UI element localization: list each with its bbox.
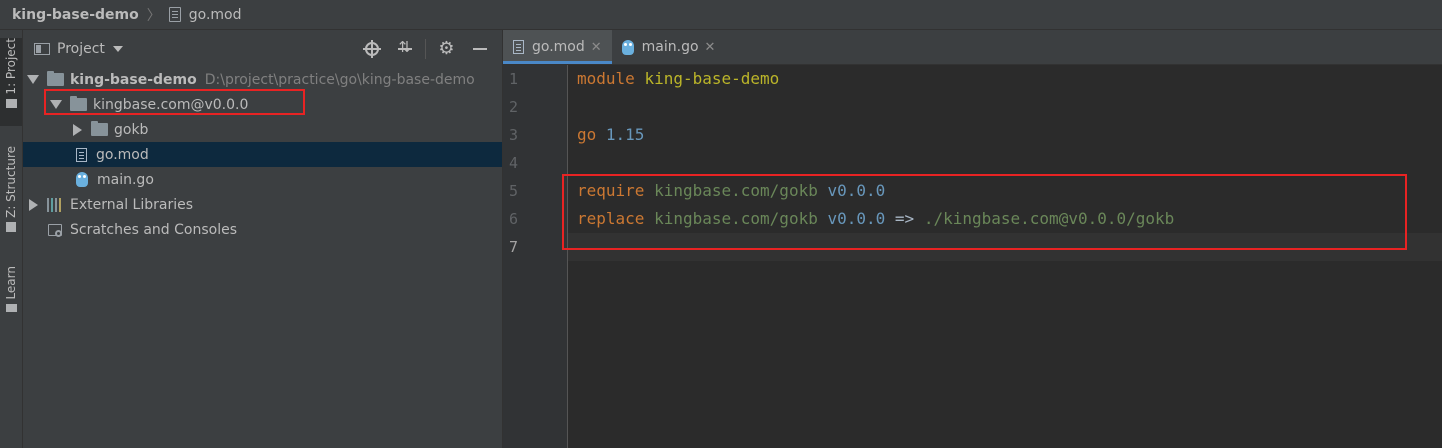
require-path: kingbase.com/gokb xyxy=(654,181,818,200)
toolbar-divider xyxy=(425,38,426,59)
module-name: king-base-demo xyxy=(644,69,780,88)
require-version: v0.0.0 xyxy=(827,181,886,200)
code-line-4[interactable] xyxy=(568,149,1442,177)
replace-target: ./kingbase.com@v0.0.0/gokb xyxy=(923,209,1175,228)
tab-learn-tool[interactable]: Learn xyxy=(0,266,22,326)
editor: go.mod ✕ main.go ✕ 1 2 3 4 5 6 7 module … xyxy=(503,30,1442,448)
keyword-module: module xyxy=(577,69,635,88)
tree-item-gomod[interactable]: go.mod xyxy=(23,142,502,167)
code-line-1[interactable]: module king-base-demo xyxy=(568,65,1442,93)
scratches-label: Scratches and Consoles xyxy=(70,221,237,238)
gomod-file-icon xyxy=(513,40,524,54)
tree-item-maingo[interactable]: main.go xyxy=(23,167,502,192)
settings-button[interactable]: ⚙ xyxy=(430,37,463,61)
line-number: 4 xyxy=(509,154,519,172)
tab-project-tool[interactable]: 1: Project xyxy=(0,38,22,126)
gomod-file-icon xyxy=(76,147,87,162)
gokb-folder-name: gokb xyxy=(114,121,149,138)
library-icon xyxy=(47,197,64,212)
tool-window-strip: 1: Project Z: Structure Learn xyxy=(0,30,23,448)
code-line-7[interactable] xyxy=(568,233,1442,261)
project-panel: Project ⚙ king-base-demo D:\project\prac… xyxy=(23,30,503,448)
line-number: 6 xyxy=(509,210,519,228)
graduation-cap-icon xyxy=(5,303,17,312)
root-folder-path: D:\project\practice\go\king-base-demo xyxy=(204,71,475,88)
maingo-file-name: main.go xyxy=(97,171,154,188)
replace-version: v0.0.0 xyxy=(827,209,886,228)
folder-icon xyxy=(47,71,64,86)
gomod-file-icon xyxy=(168,7,181,22)
gomod-file-name: go.mod xyxy=(96,146,149,163)
collapse-all-icon xyxy=(397,38,412,57)
tab-gomod[interactable]: go.mod ✕ xyxy=(503,30,612,64)
project-panel-header: Project ⚙ xyxy=(23,30,502,67)
folder-icon xyxy=(91,121,108,136)
go-gopher-icon xyxy=(621,39,634,55)
go-version: 1.15 xyxy=(605,125,645,144)
gear-icon: ⚙ xyxy=(438,38,455,59)
module-folder-name: kingbase.com@v0.0.0 xyxy=(93,96,249,113)
expand-arrow-icon[interactable] xyxy=(27,74,39,86)
structure-tool-label: Z: Structure xyxy=(4,146,18,218)
project-tool-label: 1: Project xyxy=(4,38,18,95)
breadcrumb-separator-icon: 〉 xyxy=(146,7,161,24)
scratches-icon xyxy=(47,222,64,237)
crosshair-icon xyxy=(362,39,381,58)
root-folder-name: king-base-demo xyxy=(70,71,197,88)
tab-structure-tool[interactable]: Z: Structure xyxy=(0,146,22,242)
tab-maingo[interactable]: main.go ✕ xyxy=(612,30,726,64)
line-number: 3 xyxy=(509,126,519,144)
chevron-down-icon[interactable] xyxy=(112,45,123,52)
close-icon[interactable]: ✕ xyxy=(591,40,602,55)
code-area[interactable]: module king-base-demo go 1.15 require ki… xyxy=(568,65,1442,448)
project-panel-tools: ⚙ xyxy=(355,30,496,67)
expand-arrow-icon[interactable] xyxy=(50,99,62,111)
replace-path: kingbase.com/gokb xyxy=(654,209,818,228)
keyword-go: go xyxy=(577,125,597,144)
code-line-5[interactable]: require kingbase.com/gokb v0.0.0 xyxy=(568,177,1442,205)
collapse-arrow-icon[interactable] xyxy=(71,124,83,136)
tab-maingo-label: main.go xyxy=(641,39,699,55)
breadcrumb-project[interactable]: king-base-demo xyxy=(12,7,139,23)
collapse-arrow-icon[interactable] xyxy=(27,199,39,211)
tab-gomod-label: go.mod xyxy=(532,39,585,55)
code-line-6[interactable]: replace kingbase.com/gokb v0.0.0 => ./ki… xyxy=(568,205,1442,233)
external-libraries-label: External Libraries xyxy=(70,196,193,213)
project-view-icon xyxy=(34,42,50,55)
folder-icon xyxy=(5,98,17,108)
tree-item-module-folder[interactable]: kingbase.com@v0.0.0 xyxy=(23,92,502,117)
tree-item-external-libraries[interactable]: External Libraries xyxy=(23,192,502,217)
line-number-current: 7 xyxy=(509,238,519,256)
close-icon[interactable]: ✕ xyxy=(705,40,716,55)
tree-item-gokb-folder[interactable]: gokb xyxy=(23,117,502,142)
collapse-all-button[interactable] xyxy=(388,37,421,61)
tree-item-scratches[interactable]: Scratches and Consoles xyxy=(23,217,502,242)
folder-icon xyxy=(70,96,87,111)
locate-file-button[interactable] xyxy=(355,37,388,61)
breadcrumb-file[interactable]: go.mod xyxy=(189,7,242,23)
editor-tab-bar: go.mod ✕ main.go ✕ xyxy=(503,30,1442,65)
line-number-gutter: 1 2 3 4 5 6 7 xyxy=(503,65,568,448)
tree-item-root[interactable]: king-base-demo D:\project\practice\go\ki… xyxy=(23,67,502,92)
keyword-require: require xyxy=(577,181,645,200)
code-line-2[interactable] xyxy=(568,93,1442,121)
keyword-replace: replace xyxy=(577,209,645,228)
minimize-icon xyxy=(472,47,487,50)
structure-icon xyxy=(6,221,16,232)
code-line-3[interactable]: go 1.15 xyxy=(568,121,1442,149)
learn-tool-label: Learn xyxy=(4,266,18,300)
go-gopher-icon xyxy=(76,172,88,187)
hide-panel-button[interactable] xyxy=(463,37,496,61)
line-number: 2 xyxy=(509,98,519,116)
line-number: 5 xyxy=(509,182,519,200)
project-view-title[interactable]: Project xyxy=(57,41,105,57)
breadcrumb: king-base-demo 〉 go.mod xyxy=(0,0,1442,30)
line-number: 1 xyxy=(509,70,519,88)
replace-arrow: => xyxy=(894,209,915,228)
project-tree: king-base-demo D:\project\practice\go\ki… xyxy=(23,67,502,242)
